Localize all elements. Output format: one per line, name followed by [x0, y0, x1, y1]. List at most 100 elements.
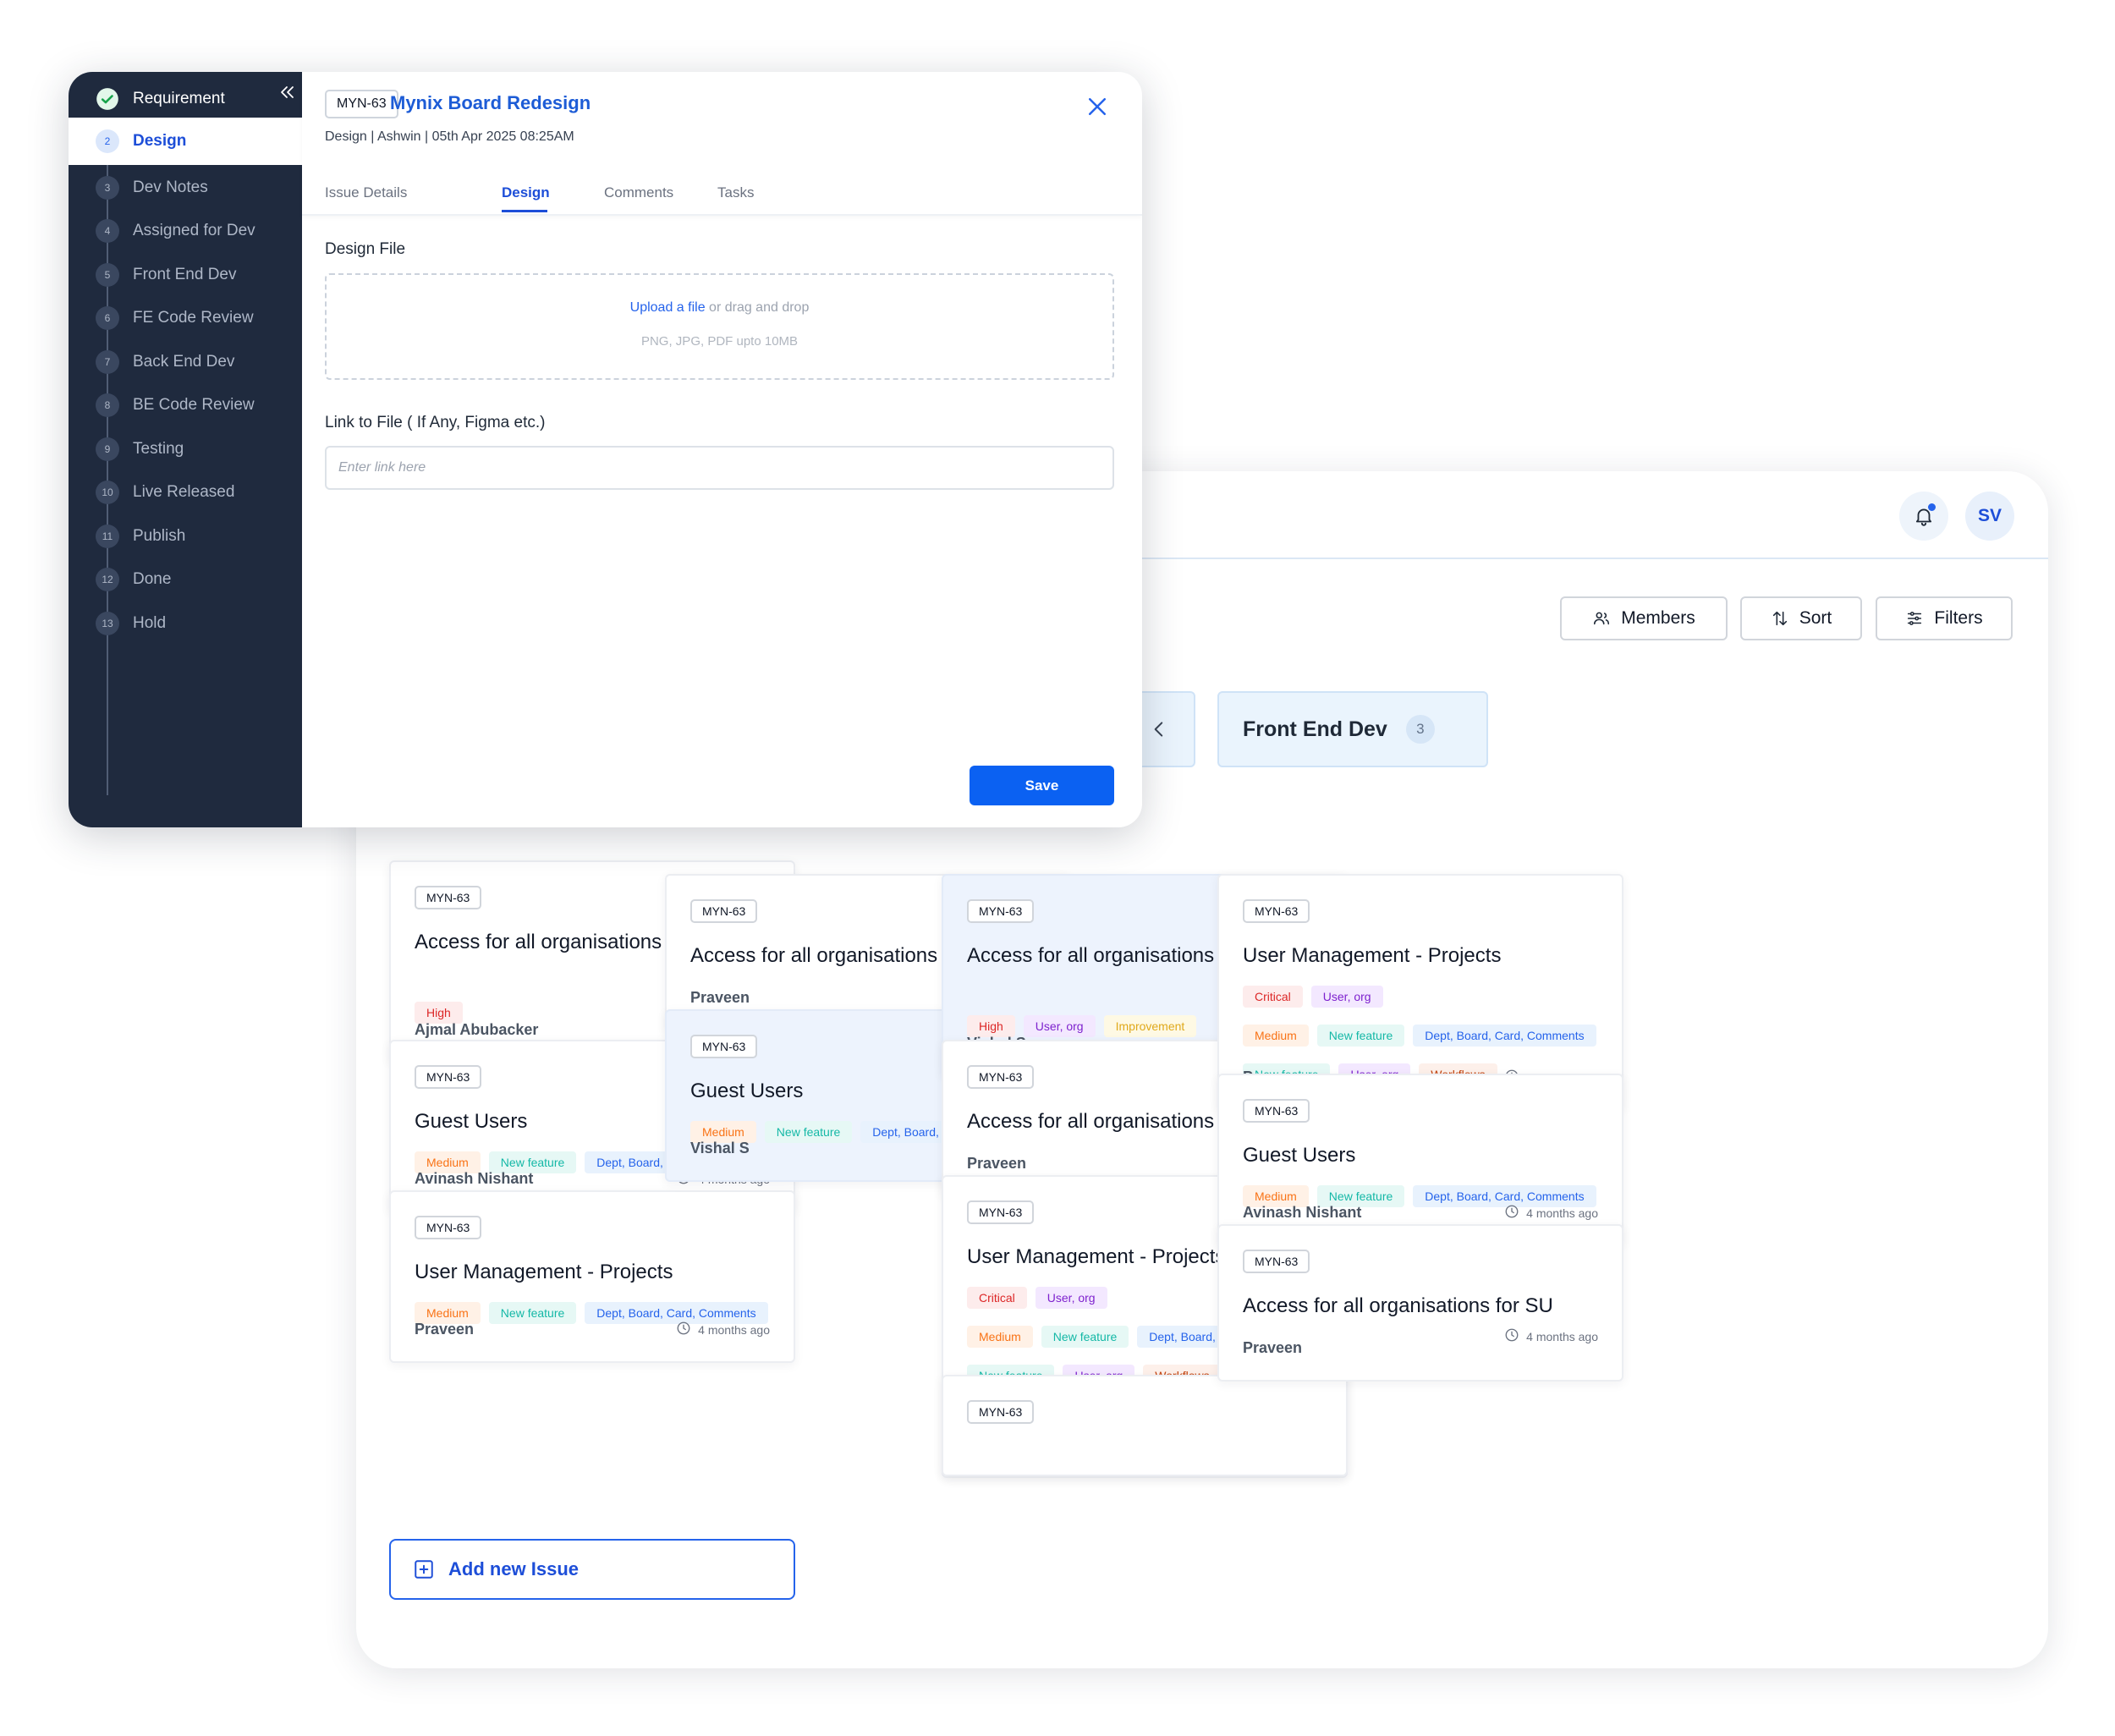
users-icon: [1594, 612, 1610, 625]
workflow-step-label: Hold: [133, 613, 167, 632]
clock-icon: [676, 1321, 691, 1338]
step-number: 12: [96, 568, 119, 591]
save-button[interactable]: Save: [970, 766, 1114, 805]
workflow-step-3[interactable]: 3 Dev Notes: [69, 164, 302, 212]
card-title: Guest Users: [1243, 1144, 1356, 1167]
workflow-step-label: Front End Dev: [133, 265, 237, 283]
timestamp-text: 4 months ago: [1526, 1206, 1598, 1220]
assignee-name: Praveen: [690, 989, 750, 1006]
link-to-file-label: Link to File ( If Any, Figma etc.): [325, 414, 546, 431]
workflow-step-10[interactable]: 10 Live Released: [69, 469, 302, 516]
tag-row: Critical User, org: [1243, 986, 1383, 1008]
workflow-step-5[interactable]: 5 Front End Dev: [69, 251, 302, 299]
workflow-step-12[interactable]: 12 Done: [69, 556, 302, 603]
issue-id-badge: MYN-63: [415, 1065, 482, 1089]
workflow-step-4[interactable]: 4 Assigned for Dev: [69, 207, 302, 255]
notifications-button[interactable]: [1899, 492, 1948, 541]
close-icon[interactable]: [1085, 94, 1110, 119]
workflow-sidebar: Requirement 2 Design 3 Dev Notes 4 Assigned fo…: [69, 72, 302, 827]
workflow-step-label: Done: [133, 570, 172, 588]
workflow-step-label: Live Released: [133, 483, 235, 501]
upload-hint: PNG, JPG, PDF upto 10MB: [640, 334, 799, 349]
tag-badge: Medium: [967, 1326, 1033, 1348]
issue-subtitle: Design | Ashwin | 05th Apr 2025 08:25AM: [325, 129, 574, 144]
workflow-step-9[interactable]: 9 Testing: [69, 426, 302, 473]
timestamp: 4 months ago: [1504, 1327, 1598, 1345]
tag-row: Medium New feature Dept, Board, Card, Comm…: [1243, 1025, 1596, 1047]
tab-tasks[interactable]: Tasks: [717, 184, 754, 201]
tab-design[interactable]: Design: [502, 184, 550, 201]
timestamp: 4 months ago: [1504, 1204, 1598, 1222]
tag-badge: New feature: [1316, 1025, 1405, 1047]
tab-issue-details[interactable]: Issue Details: [325, 184, 407, 201]
step-number: 8: [96, 393, 119, 417]
members-label: Members: [1621, 608, 1695, 628]
workflow-step-label: Publish: [133, 526, 186, 545]
step-number: 11: [96, 524, 119, 548]
assignee-name: Avinash Nishant: [415, 1170, 534, 1187]
tag-badge: User, org: [1035, 1287, 1107, 1309]
issue-card[interactable]: MYN-63 Guest Users Medium New feature Dept, …: [1217, 1074, 1623, 1246]
issue-card[interactable]: MYN-63 User Management - Projects Medium Ne…: [389, 1190, 795, 1363]
drag-drop-text: or drag and drop: [705, 300, 810, 315]
workflow-step-6[interactable]: 6 FE Code Review: [69, 294, 302, 342]
filters-button[interactable]: Filters: [1876, 596, 2013, 640]
tag-badge: New feature: [1041, 1326, 1129, 1348]
issue-id-badge: MYN-63: [967, 1400, 1035, 1424]
workflow-step-11[interactable]: 11 Publish: [69, 513, 302, 560]
step-number: 2: [96, 129, 119, 153]
sort-button[interactable]: Sort: [1740, 596, 1862, 640]
tag-badge: User, org: [1023, 1015, 1096, 1037]
timestamp-text: 4 months ago: [698, 1322, 770, 1337]
file-dropzone[interactable]: Upload a file or drag and drop PNG, JPG,…: [325, 273, 1114, 380]
check-circle-icon: [96, 87, 119, 111]
active-tab-indicator: [502, 210, 547, 212]
issue-id-badge: MYN-63: [690, 1035, 758, 1058]
workflow-step-7[interactable]: 7 Back End Dev: [69, 338, 302, 386]
issue-card[interactable]: MYN-63: [942, 1375, 1348, 1476]
assignee-name: Praveen: [1243, 1339, 1303, 1356]
issue-id-badge: MYN-63: [1243, 1250, 1310, 1273]
design-file-label: Design File: [325, 240, 406, 258]
issue-id-badge: MYN-63: [1243, 899, 1310, 923]
workflow-step-label: FE Code Review: [133, 309, 254, 327]
workflow-step-2[interactable]: 2 Design: [69, 118, 302, 165]
notification-dot: [1928, 503, 1936, 511]
upload-file-link[interactable]: Upload a file: [630, 300, 706, 315]
members-button[interactable]: Members: [1560, 596, 1728, 640]
issue-card[interactable]: MYN-63 Access for all organisations for S…: [1217, 1224, 1623, 1382]
assignee-name: Praveen: [967, 1155, 1027, 1172]
plus-square-icon: [415, 1560, 433, 1579]
filters-label: Filters: [1934, 608, 1983, 628]
tag-badge: New feature: [488, 1302, 577, 1324]
card-title: Access for all organisations for SU: [1243, 1294, 1553, 1317]
tag-badge: Medium: [1243, 1025, 1309, 1047]
column-header: Front End Dev 3: [1217, 691, 1488, 767]
workflow-step-13[interactable]: 13 Hold: [69, 600, 302, 647]
workflow-step-label: Back End Dev: [133, 352, 235, 371]
sort-label: Sort: [1799, 608, 1832, 628]
step-number: 10: [96, 481, 119, 504]
tag-badge: Critical: [1243, 986, 1303, 1008]
tab-comments[interactable]: Comments: [604, 184, 673, 201]
sliders-icon: [1908, 612, 1922, 625]
workflow-step-label: Testing: [133, 439, 184, 458]
issue-id-badge: MYN-63: [415, 886, 482, 909]
avatar[interactable]: SV: [1965, 492, 2014, 541]
tag-badge: New feature: [764, 1121, 853, 1143]
step-number: 13: [96, 611, 119, 635]
assignee-name: Vishal S: [690, 1140, 750, 1156]
step-number: 3: [96, 175, 119, 200]
card-title: User Management - Projects: [415, 1261, 673, 1283]
issue-id-badge: MYN-63: [967, 1065, 1035, 1089]
workflow-step-8[interactable]: 8 BE Code Review: [69, 382, 302, 429]
tag-row: Critical User, org: [967, 1287, 1107, 1309]
link-to-file-input[interactable]: [325, 446, 1114, 490]
add-new-issue-button[interactable]: Add new Issue: [389, 1539, 795, 1600]
issue-id-badge: MYN-63: [967, 899, 1035, 923]
sort-icon: [1772, 611, 1787, 626]
dropzone-text: Upload a file or drag and drop: [327, 300, 1112, 316]
modal-header: MYN-63 Mynix Board Redesign Design | Ash…: [302, 72, 1142, 216]
workflow-step-1[interactable]: Requirement: [69, 75, 302, 123]
step-number: 5: [96, 262, 119, 287]
